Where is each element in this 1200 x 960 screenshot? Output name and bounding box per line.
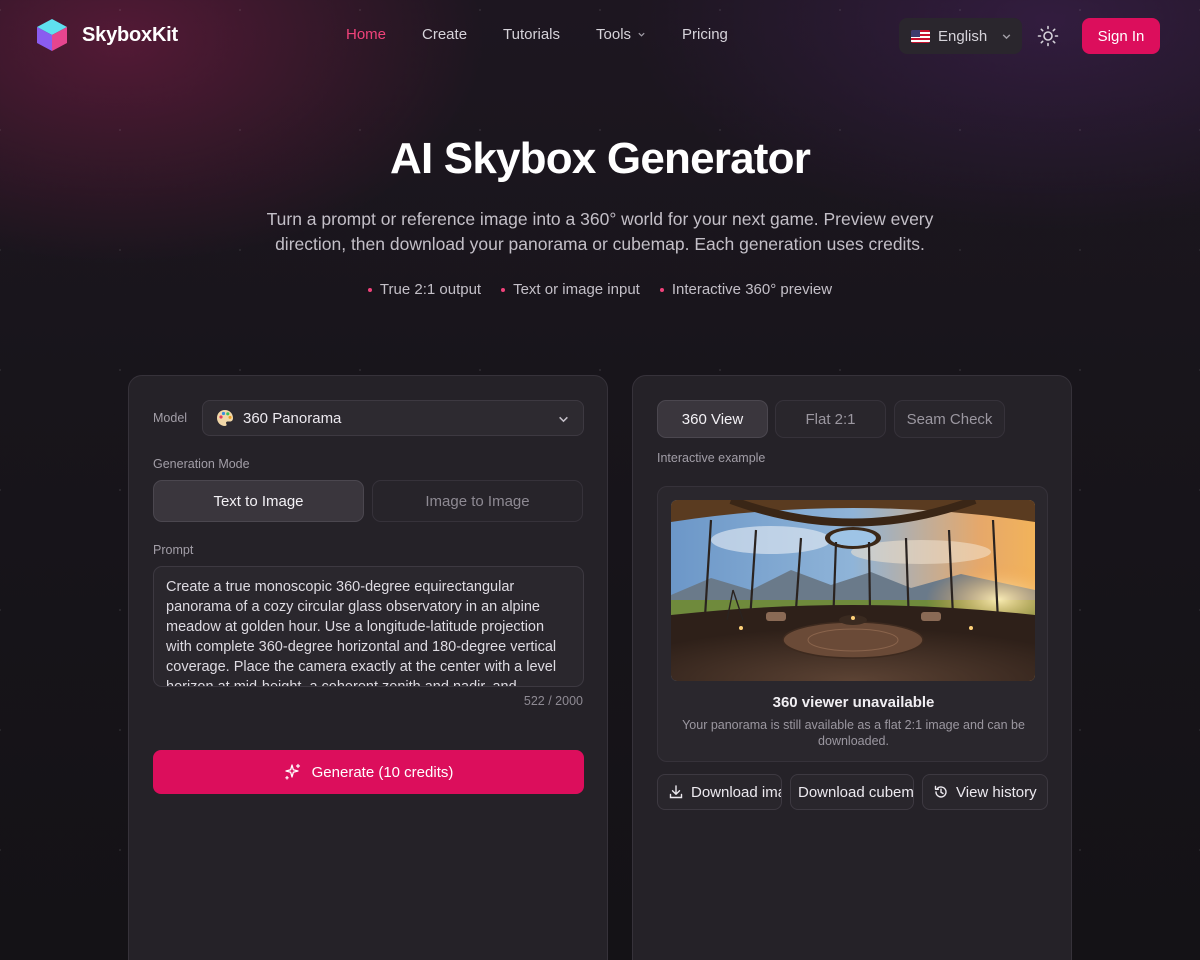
nav-create[interactable]: Create (422, 26, 467, 43)
chevron-down-icon (1002, 33, 1011, 39)
palette-icon (217, 410, 233, 426)
feature-bullet: Text or image input (501, 281, 640, 298)
panorama-preview-image (671, 500, 1035, 681)
us-flag-icon (911, 29, 930, 43)
download-icon (669, 785, 683, 799)
download-image-button[interactable]: Download image (657, 774, 782, 810)
preview-caption: Interactive example (657, 451, 766, 465)
model-select-value: 360 Panorama (243, 409, 342, 427)
mode-image-to-image-button[interactable]: Image to Image (372, 480, 583, 522)
viewer-unavailable-text: Your panorama is still available as a fl… (682, 718, 1025, 748)
download-cubemap-label: Download cubemap (798, 783, 914, 801)
feature-bullets: True 2:1 output Text or image input Inte… (0, 281, 1200, 298)
tab-360-view[interactable]: 360 View (657, 400, 768, 438)
download-cubemap-button[interactable]: Download cubemap (790, 774, 914, 810)
preview-panel: 360 View Flat 2:1 Seam Check Interactive… (632, 375, 1072, 960)
tab-seam-check[interactable]: Seam Check (894, 400, 1005, 438)
chevron-down-icon (559, 416, 568, 423)
page-title: AI Skybox Generator (389, 134, 811, 183)
chevron-down-icon (638, 32, 645, 37)
nav-pricing[interactable]: Pricing (682, 26, 728, 43)
nav-tools[interactable]: Tools (596, 26, 646, 43)
brand-name: SkyboxKit (82, 23, 179, 46)
model-label: Model (153, 411, 188, 425)
language-selector[interactable]: English (899, 18, 1022, 54)
feature-bullet: True 2:1 output (368, 281, 481, 298)
prompt-character-counter: 522 / 2000 (523, 694, 583, 708)
nav-home[interactable]: Home (346, 26, 386, 43)
generate-button-label: Generate (10 credits) (311, 763, 454, 781)
tab-flat-2-1[interactable]: Flat 2:1 (775, 400, 886, 438)
nav-tutorials[interactable]: Tutorials (503, 26, 560, 43)
view-history-button[interactable]: View history (922, 774, 1048, 810)
prompt-textarea[interactable]: Create a true monoscopic 360-degree equi… (153, 566, 584, 687)
language-label: English (938, 27, 988, 45)
nav-tools-label: Tools (596, 26, 632, 43)
prompt-label: Prompt (153, 543, 194, 557)
model-select[interactable]: 360 Panorama (202, 400, 584, 436)
preview-card: 360 viewer unavailable Your panorama is … (657, 486, 1048, 762)
cube-logo-icon (37, 19, 67, 51)
sparkles-icon (284, 763, 300, 780)
hero-subtitle: Turn a prompt or reference image into a … (266, 209, 934, 254)
viewer-unavailable-title: 360 viewer unavailable (772, 694, 935, 711)
top-navigation: SkyboxKit Home Create Tutorials Tools Pr… (0, 0, 1200, 72)
history-icon (934, 785, 947, 798)
generation-mode-label: Generation Mode (153, 457, 250, 471)
generate-button[interactable]: Generate (10 credits) (153, 750, 584, 794)
sign-in-button[interactable]: Sign In (1082, 18, 1160, 54)
brand-logo[interactable]: SkyboxKit (34, 17, 178, 53)
generator-form-panel: Model 360 Panorama Generation Mode Text … (128, 375, 608, 960)
mode-text-to-image-button[interactable]: Text to Image (153, 480, 364, 522)
view-history-label: View history (956, 783, 1037, 801)
download-image-label: Download image (691, 783, 781, 801)
feature-bullet: Interactive 360° preview (660, 281, 832, 298)
nav-links: Home Create Tutorials Tools Pricing (346, 26, 764, 43)
sun-theme-toggle-icon[interactable] (1036, 24, 1060, 48)
